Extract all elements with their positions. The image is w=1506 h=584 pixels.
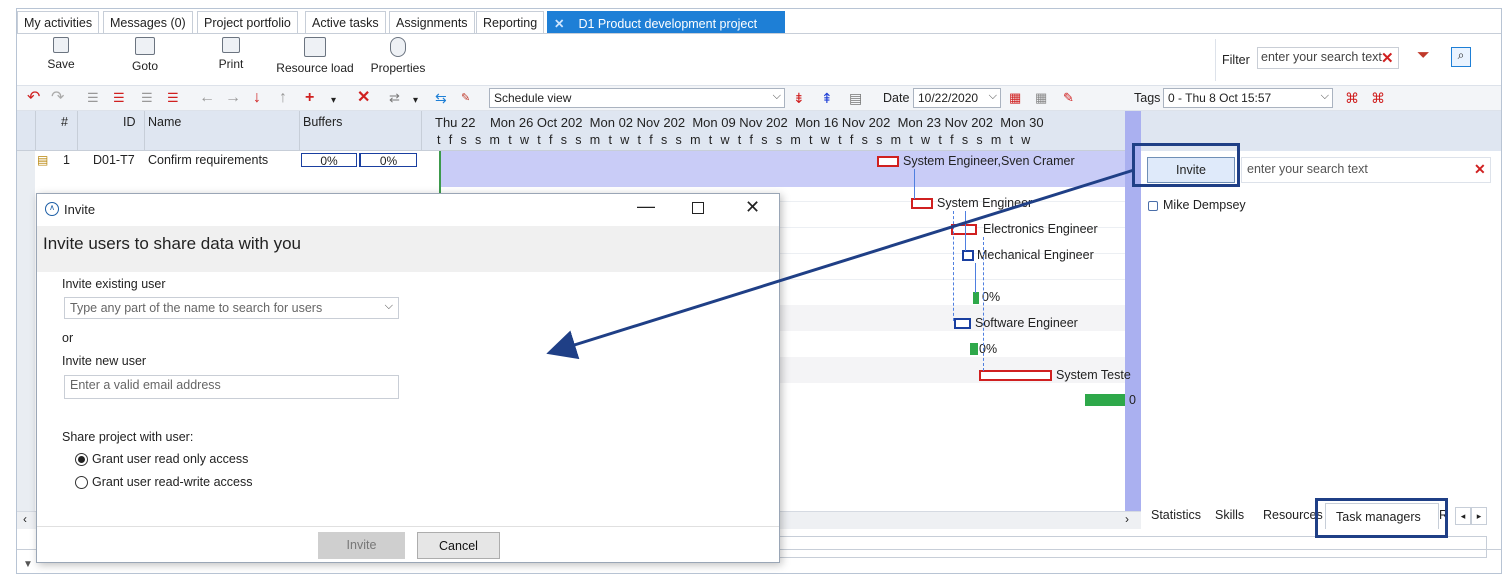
annotation-arrow [546,168,1135,360]
